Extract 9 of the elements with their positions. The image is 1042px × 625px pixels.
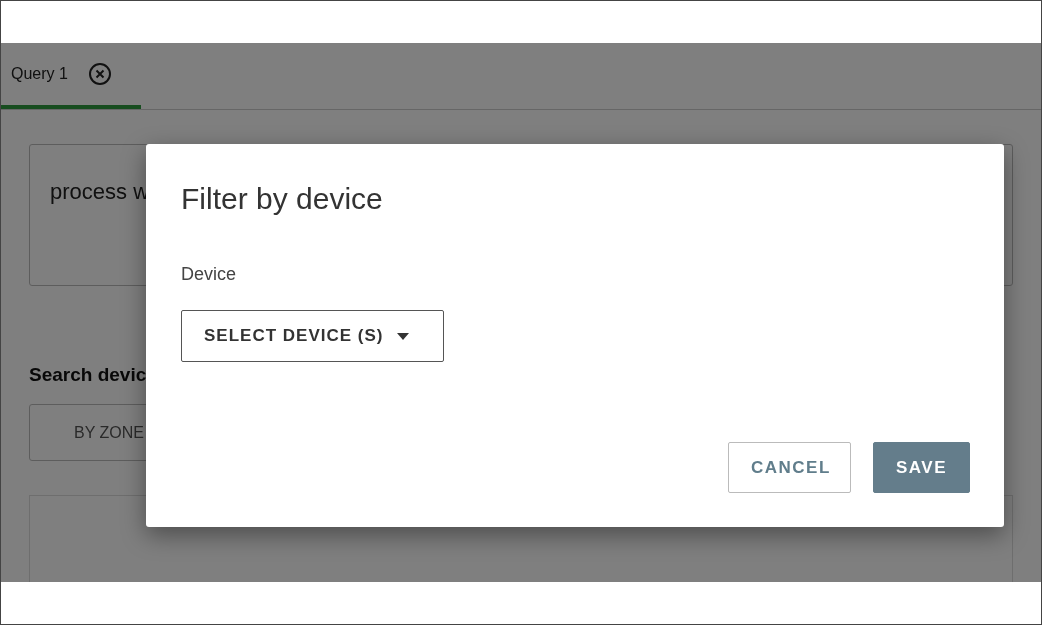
dialog-title: Filter by device xyxy=(181,182,384,216)
tab[interactable]: Query 1 xyxy=(1,43,141,109)
section-heading: Search devic xyxy=(29,364,148,386)
caret-icon xyxy=(397,332,410,340)
field-label: Device xyxy=(181,264,238,285)
save-button[interactable]: SAVE xyxy=(873,442,970,493)
cancel-button[interactable]: CANCEL xyxy=(728,442,851,493)
close-icon[interactable] xyxy=(87,62,112,86)
device-dropdown[interactable]: SELECT DEVICE (S) xyxy=(181,310,444,362)
